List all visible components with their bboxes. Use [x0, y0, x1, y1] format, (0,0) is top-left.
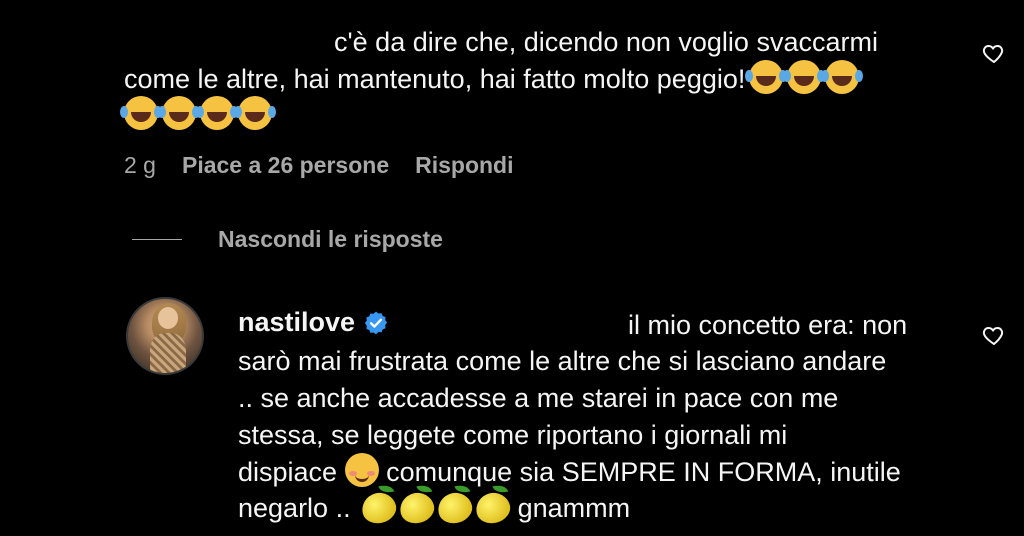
avatar-body: [150, 333, 186, 373]
comment-1-text: come le altre, hai mantenuto, hai fatto …: [124, 64, 746, 94]
comment-2-text: dispiace: [238, 457, 338, 487]
comment-2-text: comunque sia SEMPRE IN FORMA, inutile: [386, 457, 901, 487]
comment-2-text-line-2: sarò mai frustrata come le altre che si …: [238, 346, 887, 376]
lemon-icon: [472, 489, 514, 527]
lemon-icon: [396, 489, 438, 527]
face-with-tears-of-joy-icon: [158, 96, 196, 130]
hide-replies-label[interactable]: Nascondi le risposte: [218, 226, 443, 253]
face-with-tears-of-joy-icon: [783, 60, 822, 94]
comment-1-time: 2 g: [124, 152, 156, 178]
lemon-icon: [358, 489, 400, 527]
comment-1-reply-button[interactable]: Rispondi: [415, 152, 513, 179]
verified-badge-icon: [364, 311, 388, 334]
comment-2-text-line-5: dispiace comunque sia SEMPRE IN FORMA, i…: [238, 453, 901, 491]
face-with-tears-of-joy-icon: [120, 96, 158, 130]
hide-replies-toggle[interactable]: Nascondi le risposte: [132, 226, 443, 253]
avatar[interactable]: [126, 297, 204, 375]
face-with-tears-of-joy-icon: [821, 60, 860, 94]
comment-1-text-line-1: c'è da dire che, dicendo non voglio svac…: [334, 27, 878, 57]
smiling-face-icon: [344, 453, 379, 487]
comment-1-meta: 2 g Piace a 26 persone Rispondi: [124, 152, 514, 179]
avatar-face: [158, 307, 178, 329]
comment-2-text: gnammm: [517, 493, 631, 523]
username-label[interactable]: nastilove: [238, 307, 355, 338]
comment-2-text-line-1: il mio concetto era: non: [628, 310, 908, 340]
comment-2-username[interactable]: nastilove: [238, 307, 389, 338]
comment-1-likes-link[interactable]: Piace a 26 persone: [182, 152, 389, 179]
comment-1-text-line-3: [120, 96, 272, 134]
like-heart-icon[interactable]: [982, 323, 1006, 347]
face-with-tears-of-joy-icon: [234, 96, 272, 130]
comment-2-text: negarlo ..: [238, 493, 351, 523]
divider-line: [132, 239, 182, 240]
comment-2-text-line-3: .. se anche accadesse a me starei in pac…: [238, 383, 839, 413]
comment-2-text-line-4: stessa, se leggete come riportano i gior…: [238, 420, 788, 450]
lemon-icon: [434, 489, 476, 527]
like-heart-icon[interactable]: [982, 41, 1006, 65]
comment-1-text-line-2: come le altre, hai mantenuto, hai fatto …: [124, 60, 860, 98]
face-with-tears-of-joy-icon: [196, 96, 234, 130]
comment-2-text-line-6: negarlo .. gnammm: [238, 489, 631, 527]
face-with-tears-of-joy-icon: [745, 60, 784, 94]
